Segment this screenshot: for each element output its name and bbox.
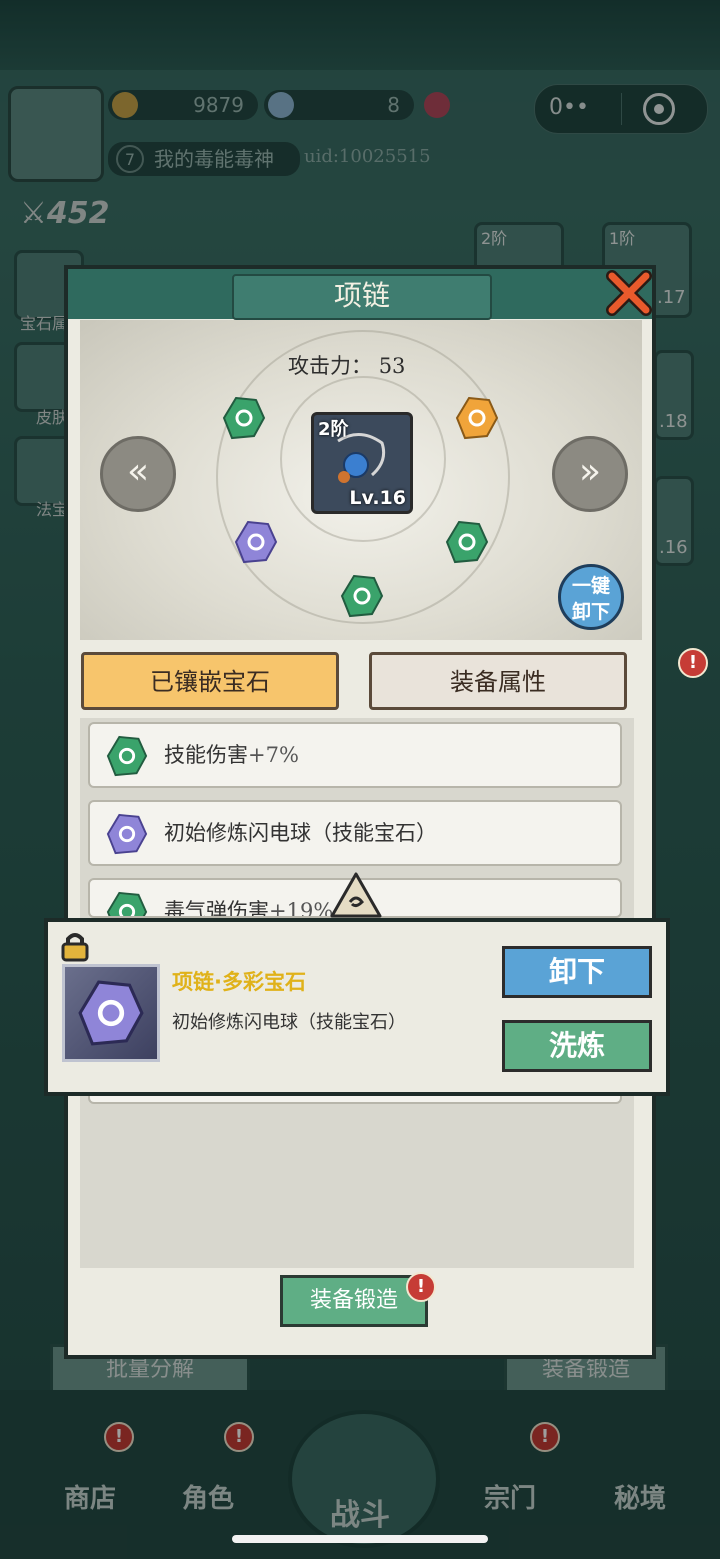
item-tier: 2阶 xyxy=(318,419,349,440)
socket-gem-green-3[interactable] xyxy=(340,574,384,618)
bg-alert-badge: ! xyxy=(678,648,708,678)
popup-gem-title: 项链·多彩宝石 xyxy=(172,970,306,994)
attack-value: 53 xyxy=(378,354,406,378)
gem-effect: 毒气弹伤害 xyxy=(164,899,269,918)
socket-gem-purple[interactable] xyxy=(234,520,278,564)
close-button[interactable] xyxy=(604,268,654,318)
modal-title: 项链 xyxy=(232,274,492,320)
refine-button[interactable]: 洗炼 xyxy=(502,1020,652,1072)
item-level: Lv.16 xyxy=(349,487,406,509)
gem-effect: 技能伤害 xyxy=(164,743,248,767)
popup-pointer-icon xyxy=(330,872,382,918)
gem-purple-icon xyxy=(78,980,144,1046)
close-icon xyxy=(606,270,652,316)
chevron-left-icon: « xyxy=(126,451,150,492)
chevron-right-icon: » xyxy=(578,451,602,492)
socket-gem-orange[interactable] xyxy=(455,396,499,440)
lock-icon[interactable] xyxy=(60,930,90,962)
forge-alert-badge: ! xyxy=(406,1272,436,1302)
prev-equipment-button[interactable]: « xyxy=(100,436,176,512)
unequip-button[interactable]: 卸下 xyxy=(502,946,652,998)
gem-row[interactable]: 技能伤害+7% xyxy=(88,722,622,788)
gem-row-text: 初始修炼闪电球（技能宝石） xyxy=(164,821,437,845)
gem-row-text: 毒气弹伤害+19% xyxy=(164,880,334,918)
next-equipment-button[interactable]: » xyxy=(552,436,628,512)
gem-green-icon xyxy=(106,891,148,916)
gem-green-icon xyxy=(106,735,148,777)
popup-gem-description: 初始修炼闪电球（技能宝石） xyxy=(172,1012,406,1033)
popup-gem-frame xyxy=(62,964,160,1062)
socket-gem-green-1[interactable] xyxy=(222,396,266,440)
attack-stat: 攻击力： 53 xyxy=(288,350,405,380)
tab-equipment-attributes[interactable]: 装备属性 xyxy=(369,652,627,710)
tab-socketed-gems[interactable]: 已镶嵌宝石 xyxy=(81,652,339,710)
unequip-all-button[interactable]: 一键卸下 xyxy=(558,564,624,630)
unequip-all-label: 一键卸下 xyxy=(571,575,610,623)
home-indicator[interactable] xyxy=(232,1535,488,1543)
gem-bonus: +19% xyxy=(269,899,334,918)
gem-purple-icon xyxy=(106,813,148,855)
gem-row[interactable]: 初始修炼闪电球（技能宝石） xyxy=(88,800,622,866)
necklace-item-frame[interactable]: 2阶 Lv.16 xyxy=(311,412,413,514)
attack-label: 攻击力： xyxy=(288,354,372,378)
gem-row-text: 技能伤害+7% xyxy=(164,724,299,786)
gem-bonus: +7% xyxy=(248,743,299,767)
socket-gem-green-2[interactable] xyxy=(445,520,489,564)
